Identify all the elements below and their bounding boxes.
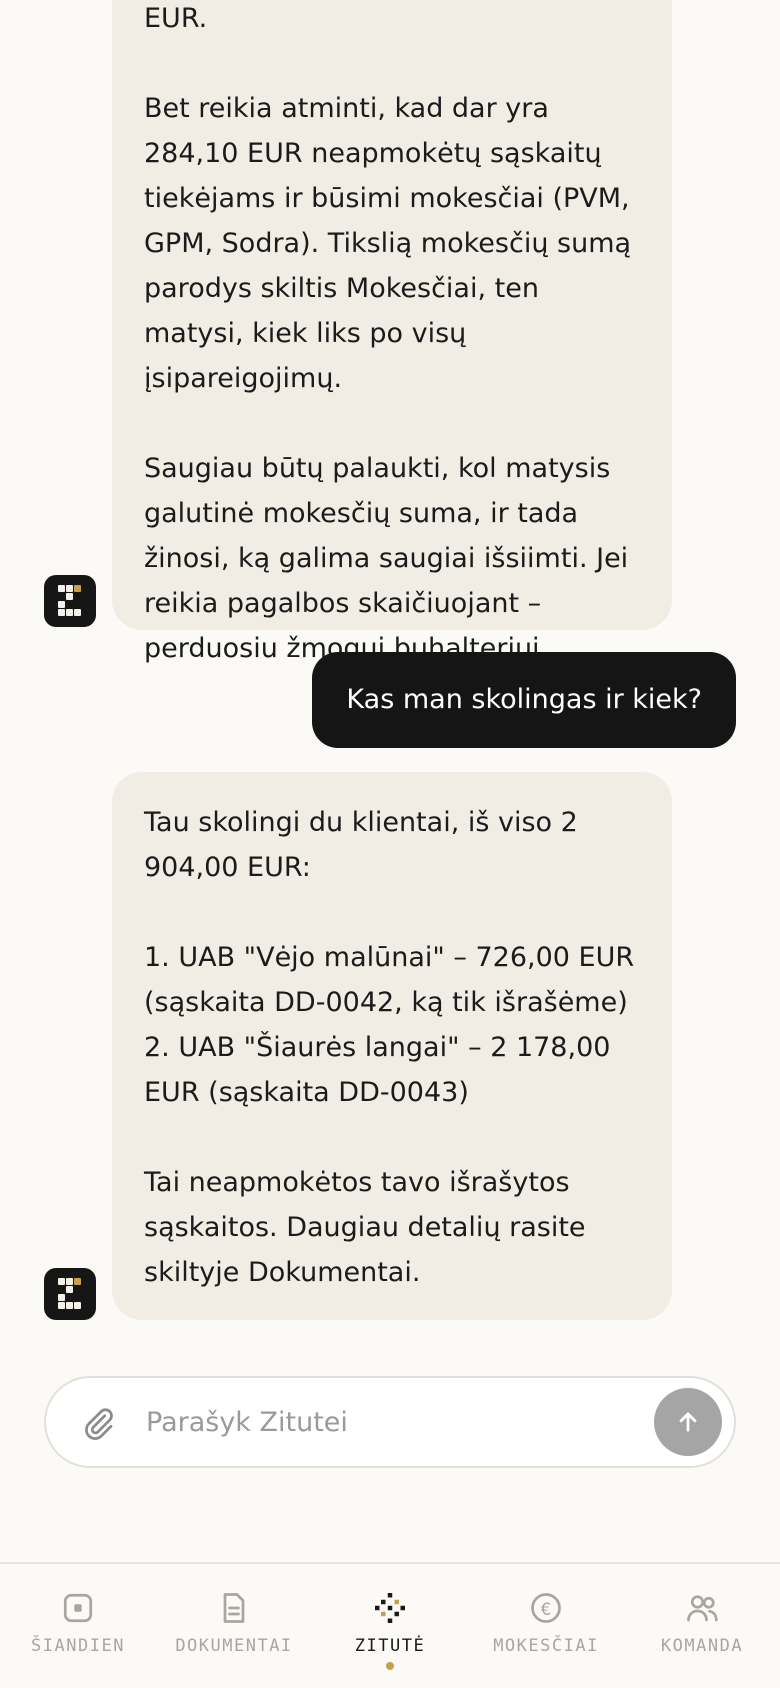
message-paragraph: Tai neapmokėtos tavo išrašytos sąskaitos… <box>144 1167 586 1288</box>
nav-item-komanda[interactable]: KOMANDA <box>624 1564 780 1688</box>
nav-label: DOKUMENTAI <box>175 1636 293 1656</box>
nav-label: KOMANDA <box>660 1636 744 1656</box>
nav-label: ŠIANDIEN <box>31 1636 125 1656</box>
arrow-up-icon <box>679 1412 697 1432</box>
list-item: 2. UAB "Šiaurės langai" – 2 178,00 EUR (… <box>144 1032 611 1108</box>
message-paragraph: Bet reikia atminti, kad dar yra 284,10 E… <box>144 93 632 394</box>
nav-item-dokumentai[interactable]: DOKUMENTAI <box>156 1564 312 1688</box>
nav-item-zitute[interactable]: ZITUTĖ <box>312 1564 468 1688</box>
svg-text:€: € <box>541 1600 552 1619</box>
euro-icon: € <box>531 1593 561 1623</box>
team-icon <box>687 1595 718 1622</box>
zitute-logo-icon <box>375 1593 405 1623</box>
send-button[interactable] <box>654 1388 722 1456</box>
message-paragraph: Saugiau būtų palaukti, kol matysis galut… <box>144 453 629 664</box>
nav-item-siandien[interactable]: ŠIANDIEN <box>0 1564 156 1688</box>
nav-label: ZITUTĖ <box>354 1636 426 1656</box>
message-paragraph: EUR. <box>144 3 208 34</box>
message-list: 1. UAB "Vėjo malūnai" – 726,00 EUR (sąsk… <box>144 935 640 1115</box>
assistant-avatar <box>44 1268 96 1320</box>
assistant-message: EUR. Bet reikia atminti, kad dar yra 284… <box>112 0 672 664</box>
message-composer <box>44 1376 736 1468</box>
nav-item-mokesciai[interactable]: € MOKESČIAI <box>468 1564 624 1688</box>
paperclip-icon[interactable] <box>80 1406 116 1442</box>
chat-screen: EUR. Bet reikia atminti, kad dar yra 284… <box>0 0 780 1688</box>
assistant-message: Tau skolingi du klientai, iš viso 2 904,… <box>112 772 672 1320</box>
message-input[interactable] <box>146 1396 586 1448</box>
nav-label: MOKESČIAI <box>493 1636 599 1656</box>
today-icon <box>63 1593 93 1623</box>
active-indicator <box>386 1662 394 1670</box>
bottom-nav: ŠIANDIEN DOKUMENTAI ZITUTĖ € MOKESČIAI K… <box>0 1562 780 1688</box>
document-icon <box>223 1593 245 1623</box>
assistant-avatar <box>44 575 96 627</box>
message-paragraph: Tau skolingi du klientai, iš viso 2 904,… <box>144 807 578 883</box>
list-item: 1. UAB "Vėjo malūnai" – 726,00 EUR (sąsk… <box>144 942 635 1018</box>
user-message: Kas man skolingas ir kiek? <box>312 652 736 748</box>
